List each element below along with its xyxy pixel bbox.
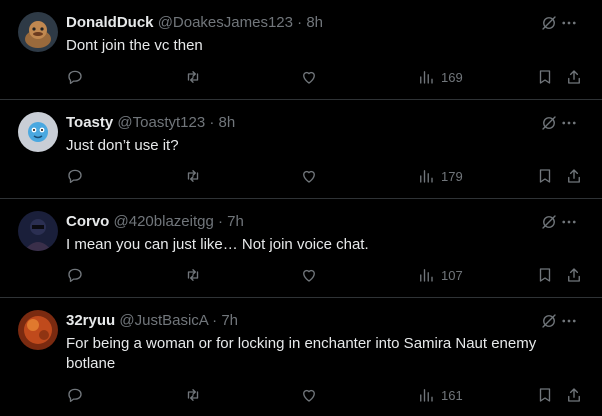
post-header: DonaldDuck @DoakesJames123 · 8h xyxy=(66,14,542,32)
views-icon xyxy=(420,71,433,84)
share-button[interactable] xyxy=(565,385,583,405)
bookmark-icon xyxy=(539,268,551,282)
avatar[interactable] xyxy=(18,112,58,152)
grok-icon[interactable] xyxy=(540,213,558,231)
separator-dot: · xyxy=(212,312,218,329)
author-handle[interactable]: @Toastyt123 xyxy=(117,114,205,131)
views-count: 179 xyxy=(441,168,463,184)
repost-icon xyxy=(187,389,199,401)
like-icon xyxy=(303,269,315,282)
post-text: Dont join the vc then xyxy=(66,37,203,54)
like-icon xyxy=(303,71,315,84)
author-handle[interactable]: @DoakesJames123 xyxy=(158,14,293,31)
author-handle[interactable]: @420blazeitgg xyxy=(114,213,214,230)
views-count: 161 xyxy=(441,387,463,403)
views-count: 107 xyxy=(441,267,463,283)
repost-button[interactable] xyxy=(184,166,202,186)
post[interactable]: DonaldDuck @DoakesJames123 · 8h Dont joi… xyxy=(0,0,602,100)
like-button[interactable] xyxy=(300,166,318,186)
post-actions: 169 xyxy=(0,67,602,87)
reply-button[interactable] xyxy=(66,166,84,186)
reply-icon xyxy=(68,169,82,184)
post[interactable]: 32ryuu @JustBasicA · 7h For being a woma… xyxy=(0,298,602,416)
author-handle[interactable]: @JustBasicA xyxy=(119,312,208,329)
views-icon xyxy=(420,389,433,402)
views-button[interactable]: 169 xyxy=(417,67,463,87)
post[interactable]: Toasty @Toastyt123 · 8h Just don’t use i… xyxy=(0,100,602,199)
repost-button[interactable] xyxy=(184,67,202,87)
reply-icon xyxy=(68,388,82,403)
like-icon xyxy=(303,170,315,183)
post-header: Toasty @Toastyt123 · 8h xyxy=(66,114,542,132)
share-button[interactable] xyxy=(565,265,583,285)
views-icon xyxy=(420,170,433,183)
timestamp[interactable]: 8h xyxy=(306,14,323,31)
timestamp[interactable]: 7h xyxy=(227,213,244,230)
timestamp[interactable]: 8h xyxy=(219,114,236,131)
more-icon[interactable] xyxy=(560,312,578,330)
repost-button[interactable] xyxy=(184,385,202,405)
avatar[interactable] xyxy=(18,310,58,350)
grok-icon[interactable] xyxy=(540,14,558,32)
post-header: Corvo @420blazeitgg · 7h xyxy=(66,213,542,231)
separator-dot: · xyxy=(209,114,215,131)
repost-icon xyxy=(187,71,199,83)
post-header: 32ryuu @JustBasicA · 7h xyxy=(66,312,542,330)
grok-icon[interactable] xyxy=(540,114,558,132)
reply-feed: DonaldDuck @DoakesJames123 · 8h Dont joi… xyxy=(0,0,602,416)
share-icon xyxy=(568,388,580,402)
bookmark-icon xyxy=(539,388,551,402)
grok-icon[interactable] xyxy=(540,312,558,330)
timestamp[interactable]: 7h xyxy=(221,312,238,329)
share-icon xyxy=(568,70,580,84)
repost-icon xyxy=(187,269,199,281)
separator-dot: · xyxy=(297,14,303,31)
views-button[interactable]: 179 xyxy=(417,166,463,186)
bookmark-icon xyxy=(539,169,551,183)
author-name[interactable]: 32ryuu xyxy=(66,312,115,329)
share-icon xyxy=(568,268,580,282)
reply-icon xyxy=(68,70,82,85)
post-text: Just don’t use it? xyxy=(66,137,179,154)
post-actions: 161 xyxy=(0,385,602,405)
more-icon[interactable] xyxy=(560,213,578,231)
like-button[interactable] xyxy=(300,67,318,87)
views-button[interactable]: 161 xyxy=(417,385,463,405)
bookmark-icon xyxy=(539,70,551,84)
reply-icon xyxy=(68,268,82,283)
post-actions: 179 xyxy=(0,166,602,186)
like-icon xyxy=(303,389,315,402)
views-icon xyxy=(420,269,433,282)
post[interactable]: Corvo @420blazeitgg · 7h I mean you can … xyxy=(0,199,602,298)
reply-button[interactable] xyxy=(66,265,84,285)
repost-button[interactable] xyxy=(184,265,202,285)
post-actions: 107 xyxy=(0,265,602,285)
avatar[interactable] xyxy=(18,12,58,52)
separator-dot: · xyxy=(218,213,223,230)
share-button[interactable] xyxy=(565,67,583,87)
like-button[interactable] xyxy=(300,265,318,285)
views-count: 169 xyxy=(441,69,463,85)
repost-icon xyxy=(187,170,199,182)
post-text: For being a woman or for locking in ench… xyxy=(66,335,537,372)
avatar[interactable] xyxy=(18,211,58,251)
bookmark-button[interactable] xyxy=(536,265,554,285)
like-button[interactable] xyxy=(300,385,318,405)
views-button[interactable]: 107 xyxy=(417,265,463,285)
reply-button[interactable] xyxy=(66,385,84,405)
author-name[interactable]: Toasty xyxy=(66,114,113,131)
more-icon[interactable] xyxy=(560,114,578,132)
share-button[interactable] xyxy=(565,166,583,186)
bookmark-button[interactable] xyxy=(536,385,554,405)
post-text: I mean you can just like… Not join voice… xyxy=(66,236,369,253)
reply-button[interactable] xyxy=(66,67,84,87)
more-icon[interactable] xyxy=(560,14,578,32)
author-name[interactable]: DonaldDuck xyxy=(66,14,154,31)
bookmark-button[interactable] xyxy=(536,166,554,186)
share-icon xyxy=(568,169,580,183)
bookmark-button[interactable] xyxy=(536,67,554,87)
author-name[interactable]: Corvo xyxy=(66,213,109,230)
